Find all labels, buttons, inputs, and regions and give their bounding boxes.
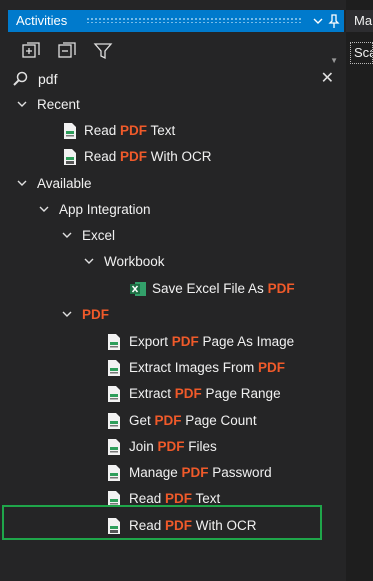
list-item[interactable]: Read PDF Text xyxy=(8,118,344,144)
activity-label: Save Excel File As PDF xyxy=(152,281,295,296)
pdf-activity-icon xyxy=(108,386,120,402)
activities-toolbar: ▼ xyxy=(8,36,344,66)
tree-node-excel[interactable]: Excel xyxy=(8,223,344,249)
read-pdf-ocr-icon xyxy=(64,149,76,165)
close-icon[interactable]: ✕ xyxy=(321,69,334,89)
excel-icon xyxy=(130,282,146,296)
tree-node-app-integration[interactable]: App Integration xyxy=(8,197,344,223)
tree-label-excel: Excel xyxy=(82,228,116,243)
title-bar-grip xyxy=(86,17,302,23)
chevron-down-icon[interactable] xyxy=(38,203,50,215)
tree-label-available: Available xyxy=(37,176,92,191)
tree-node-recent[interactable]: Recent xyxy=(8,92,344,118)
activity-label: Read PDF Text xyxy=(84,123,176,138)
activity-label: Join PDF Files xyxy=(129,439,217,454)
pdf-activity-icon xyxy=(108,439,120,455)
toolbar-overflow-icon[interactable]: ▼ xyxy=(330,56,338,65)
list-item[interactable]: Extract Images From PDF xyxy=(8,355,344,381)
search-box[interactable]: pdf ✕ xyxy=(8,68,344,90)
list-item[interactable]: Manage PDF Password xyxy=(8,460,344,486)
search-icon xyxy=(12,70,30,88)
activity-label: Read PDF With OCR xyxy=(84,149,212,164)
panel-title: Activities xyxy=(16,13,68,28)
selection-highlight-box xyxy=(2,505,322,540)
list-item[interactable]: Extract PDF Page Range xyxy=(8,381,344,407)
tree-node-pdf[interactable]: PDF xyxy=(8,302,344,328)
tree-node-workbook[interactable]: Workbook xyxy=(8,249,344,275)
designer-panel: Ma Sca xyxy=(346,0,373,581)
chevron-down-icon[interactable] xyxy=(61,229,73,241)
activity-label: Extract Images From PDF xyxy=(129,360,286,375)
tree-node-available[interactable]: Available xyxy=(8,171,344,197)
chevron-down-icon[interactable] xyxy=(16,177,28,189)
pin-icon[interactable] xyxy=(326,13,342,29)
pdf-activity-icon xyxy=(108,465,120,481)
list-item[interactable]: Read PDF With OCR xyxy=(8,144,344,170)
search-input[interactable]: pdf xyxy=(38,69,57,89)
chevron-down-icon[interactable] xyxy=(61,308,73,320)
tree-label-recent: Recent xyxy=(37,97,80,112)
filter-icon[interactable] xyxy=(92,40,114,62)
list-item[interactable]: Save Excel File As PDF xyxy=(8,276,344,302)
chevron-down-icon[interactable] xyxy=(16,98,28,110)
pdf-activity-icon xyxy=(108,334,120,350)
pdf-activity-icon xyxy=(108,413,120,429)
collapse-all-icon[interactable] xyxy=(56,40,78,62)
read-pdf-text-icon xyxy=(64,123,76,139)
activity-label: Get PDF Page Count xyxy=(129,413,257,428)
activity-label: Export PDF Page As Image xyxy=(129,334,295,349)
expand-all-icon[interactable] xyxy=(20,40,42,62)
dropdown-icon[interactable] xyxy=(310,13,326,29)
list-item[interactable]: Export PDF Page As Image xyxy=(8,329,344,355)
list-item[interactable]: Get PDF Page Count xyxy=(8,408,344,434)
tree-label-pdf: PDF xyxy=(82,307,109,322)
activity-label: Extract PDF Page Range xyxy=(129,386,281,401)
activity-label: Manage PDF Password xyxy=(129,465,272,480)
pdf-activity-icon xyxy=(108,360,120,376)
activities-panel: Activities ▼ pdf ✕ Recent Read PDF Text … xyxy=(0,0,344,581)
chevron-down-icon[interactable] xyxy=(83,255,95,267)
sequence-container[interactable]: Sca xyxy=(350,42,373,64)
tab-main[interactable]: Ma xyxy=(346,10,373,32)
list-item[interactable]: Join PDF Files xyxy=(8,434,344,460)
tree-label-workbook: Workbook xyxy=(104,254,165,269)
tree-label-app-integration: App Integration xyxy=(59,202,151,217)
panel-title-bar[interactable]: Activities xyxy=(8,10,344,32)
